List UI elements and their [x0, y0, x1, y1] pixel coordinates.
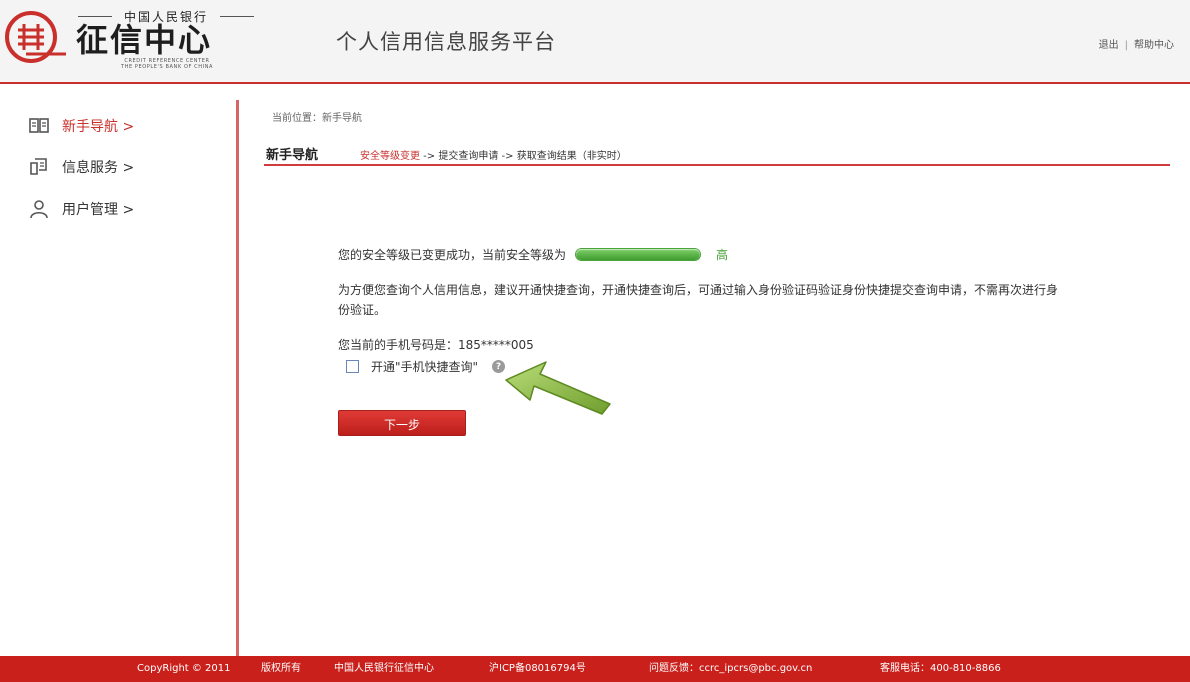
quick-query-checkbox[interactable] [346, 360, 359, 373]
platform-title: 个人信用信息服务平台 [336, 30, 556, 54]
current-step: 安全等级变更 [360, 151, 420, 162]
top-links: 退出 | 帮助中心 [1099, 36, 1174, 51]
sidebar-item-label: 用户管理 > [62, 202, 135, 218]
user-icon [30, 200, 48, 219]
help-center-link[interactable]: 帮助中心 [1134, 40, 1174, 51]
sidebar-item-info-service[interactable]: 信息服务 > [28, 155, 134, 179]
footer-org: 中国人民银行征信中心 [334, 663, 434, 674]
sidebar-item-label: 新手导航 > [62, 119, 135, 135]
security-level-bar [576, 249, 701, 260]
document-icon [30, 158, 47, 175]
logout-link[interactable]: 退出 [1099, 40, 1119, 51]
sidebar-item-novice-guide[interactable]: 新手导航 > [28, 114, 134, 138]
footer-hotline: 客服电话：400-810-8866 [880, 663, 1001, 674]
quick-query-option: 开通"手机快捷查询" ? [346, 358, 506, 375]
footer-copyright: CopyRight © 2011 [137, 663, 231, 674]
sidebar-item-user-management[interactable]: 用户管理 > [28, 197, 134, 221]
book-icon [29, 118, 49, 133]
next-step-button[interactable]: 下一步 [338, 410, 466, 436]
remaining-steps: -> 提交查询申请 -> 获取查询结果（非实时） [420, 151, 627, 162]
step-indicator: 安全等级变更 -> 提交查询申请 -> 获取查询结果（非实时） [360, 147, 627, 162]
section-title: 新手导航 [266, 148, 319, 163]
seal-logo-icon [5, 11, 66, 63]
section-header: 新手导航 安全等级变更 -> 提交查询申请 -> 获取查询结果（非实时） [264, 140, 1170, 166]
logo-wordmark: 中国人民银行 征信中心 CREDIT REFERENCE CENTER THE … [72, 8, 262, 74]
breadcrumb: 当前位置：新手导航 [272, 113, 362, 124]
logo-english-text: CREDIT REFERENCE CENTER THE PEOPLE'S BAN… [120, 58, 214, 70]
security-level-text: 高 [716, 248, 729, 262]
footer-feedback: 问题反馈：ccrc_ipcrs@pbc.gov.cn [649, 663, 813, 674]
sidebar-item-label: 信息服务 > [62, 160, 135, 176]
sidebar: 新手导航 > 信息服务 > 用户管理 > [0, 100, 239, 656]
footer-rights: 版权所有 [261, 663, 301, 674]
link-separator: | [1124, 40, 1128, 51]
level-message: 您的安全等级已变更成功，当前安全等级为 [338, 248, 567, 262]
phone-number-line: 您当前的手机号码是：185*****005 [338, 338, 534, 352]
quick-query-label[interactable]: 开通"手机快捷查询" [371, 358, 478, 375]
security-level-row: 您的安全等级已变更成功，当前安全等级为 高 [338, 246, 728, 263]
header: 中国人民银行 征信中心 CREDIT REFERENCE CENTER THE … [0, 0, 1190, 84]
logo-main-text: 征信中心 [76, 21, 213, 59]
footer-icp: 沪ICP备08016794号 [489, 663, 586, 674]
pointer-arrow-icon [505, 361, 611, 415]
quick-query-tip: 为方便您查询个人信用信息，建议开通快捷查询，开通快捷查询后，可通过输入身份验证码… [338, 283, 1059, 317]
footer: CopyRight © 2011 版权所有 中国人民银行征信中心 沪ICP备08… [0, 656, 1190, 682]
main-content: 当前位置：新手导航 新手导航 安全等级变更 -> 提交查询申请 -> 获取查询结… [264, 100, 1172, 656]
